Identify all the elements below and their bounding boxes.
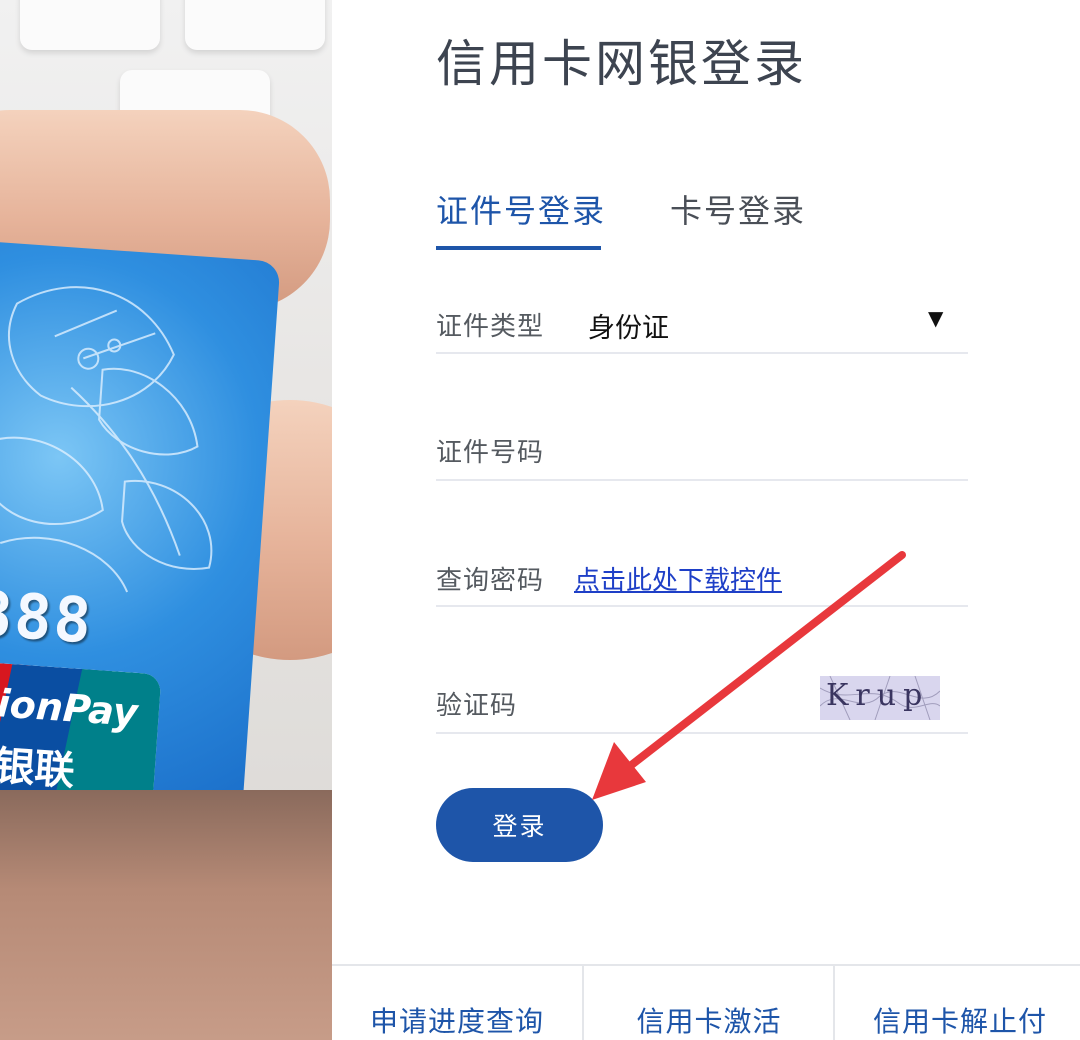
keyboard-key <box>185 0 325 50</box>
active-tab-indicator <box>436 246 601 250</box>
field-divider <box>436 605 968 607</box>
bank-card: 888 UnionPay 银联 <box>0 239 281 861</box>
captcha-text: Krup <box>826 678 930 713</box>
footer-link-application-progress[interactable]: 申请进度查询 <box>332 1000 582 1040</box>
footer-divider <box>332 964 1080 966</box>
id-type-select[interactable]: 身份证 <box>588 306 669 345</box>
id-number-label: 证件号码 <box>436 438 545 468</box>
id-number-input[interactable] <box>588 425 968 475</box>
hero-photo: 888 UnionPay 银联 <box>0 0 332 1040</box>
footer-link-card-unblock[interactable]: 信用卡解止付 <box>835 1000 1080 1040</box>
login-panel: 信用卡网银登录 证件号登录 卡号登录 证件类型 身份证 ▼ 证件号码 查询密码 … <box>332 0 1080 1040</box>
unionpay-logo-cn-text: 银联 <box>0 743 77 795</box>
card-number: 888 <box>0 576 96 658</box>
login-button[interactable]: 登录 <box>436 788 603 862</box>
captcha-input[interactable] <box>588 678 808 728</box>
footer-link-card-activation[interactable]: 信用卡激活 <box>584 1000 834 1040</box>
tab-id-login[interactable]: 证件号登录 <box>436 186 606 232</box>
thumb <box>0 790 332 1040</box>
field-divider <box>436 479 968 481</box>
password-label: 查询密码 <box>436 566 545 596</box>
tab-card-login[interactable]: 卡号登录 <box>670 186 806 232</box>
id-type-label: 证件类型 <box>436 312 545 342</box>
download-control-link[interactable]: 点击此处下载控件 <box>574 560 782 597</box>
page-title: 信用卡网银登录 <box>436 35 807 93</box>
keyboard-key <box>20 0 160 50</box>
field-divider <box>436 732 968 734</box>
captcha-label: 验证码 <box>436 691 518 721</box>
field-divider <box>436 352 968 354</box>
captcha-image[interactable]: Krup <box>820 676 940 720</box>
dropdown-caret-icon[interactable]: ▼ <box>928 306 943 330</box>
